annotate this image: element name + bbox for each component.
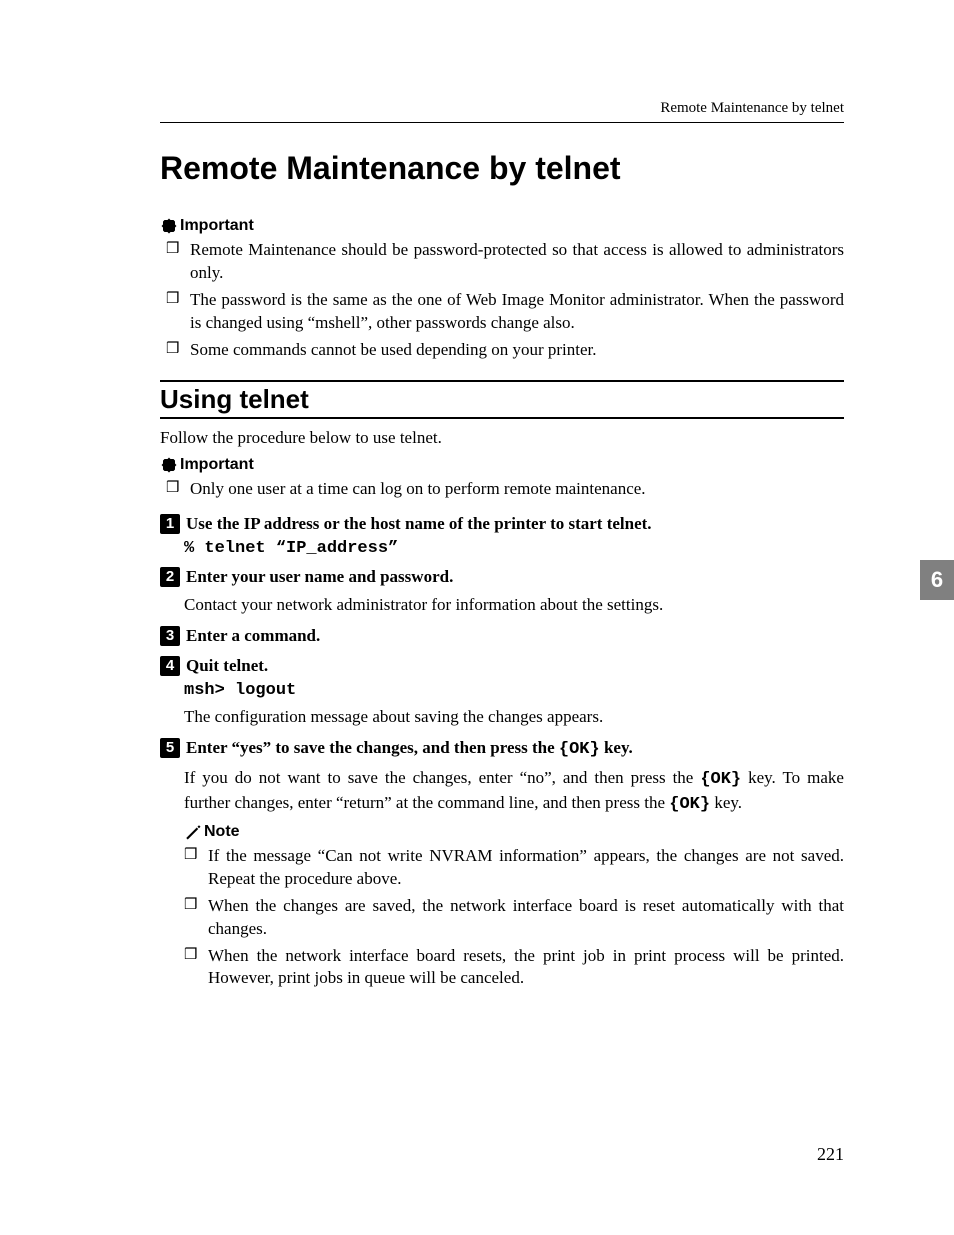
step-5: 5 Enter “yes” to save the changes, and t… <box>160 737 844 761</box>
step-2-text: Enter your user name and password. <box>186 566 453 588</box>
important-icon <box>160 456 178 474</box>
step-1-text: Use the IP address or the host name of t… <box>186 513 652 535</box>
section-rule-top <box>160 380 844 382</box>
list-item: When the changes are saved, the network … <box>160 895 844 941</box>
note-label: Note <box>204 823 240 841</box>
command-telnet: % telnet “IP_address” <box>160 539 844 558</box>
step-number-icon: 5 <box>160 738 180 758</box>
list-item: The password is the same as the one of W… <box>160 289 844 335</box>
command-logout: msh> logout <box>160 681 844 700</box>
step-number-icon: 3 <box>160 626 180 646</box>
section-rule-bottom <box>160 417 844 419</box>
note-icon <box>184 823 202 841</box>
list-item: Only one user at a time can log on to pe… <box>160 478 844 501</box>
list-item: If the message “Can not write NVRAM info… <box>160 845 844 891</box>
page-number: 221 <box>817 1144 844 1165</box>
step-4: 4 Quit telnet. <box>160 655 844 677</box>
chapter-tab: 6 <box>920 560 954 600</box>
header-rule <box>160 122 844 123</box>
step-number-icon: 2 <box>160 567 180 587</box>
running-head: Remote Maintenance by telnet <box>660 100 844 117</box>
important-heading-2: Important <box>160 456 844 474</box>
step-5-body: If you do not want to save the changes, … <box>160 767 844 817</box>
step-2-body: Contact your network administrator for i… <box>160 594 844 617</box>
section-heading-using-telnet: Using telnet <box>160 384 844 415</box>
ok-key: {OK} <box>669 795 710 814</box>
section1-important-list: Only one user at a time can log on to pe… <box>160 478 844 501</box>
step-number-icon: 4 <box>160 656 180 676</box>
step-3-text: Enter a command. <box>186 625 320 647</box>
step-5-text: Enter “yes” to save the changes, and the… <box>186 737 633 761</box>
step-1: 1 Use the IP address or the host name of… <box>160 513 844 535</box>
ok-key: {OK} <box>559 740 600 759</box>
page-title: Remote Maintenance by telnet <box>160 150 844 187</box>
step-4-body: The configuration message about saving t… <box>160 706 844 729</box>
intro-important-list: Remote Maintenance should be password-pr… <box>160 239 844 362</box>
step-4-text: Quit telnet. <box>186 655 268 677</box>
list-item: When the network interface board resets,… <box>160 945 844 991</box>
ok-key: {OK} <box>700 770 741 789</box>
step-number-icon: 1 <box>160 514 180 534</box>
list-item: Some commands cannot be used depending o… <box>160 339 844 362</box>
important-heading: Important <box>160 217 844 235</box>
important-label: Important <box>180 217 254 235</box>
step-3: 3 Enter a command. <box>160 625 844 647</box>
step-2: 2 Enter your user name and password. <box>160 566 844 588</box>
important-icon <box>160 217 178 235</box>
note-heading: Note <box>160 823 844 841</box>
section-intro: Follow the procedure below to use telnet… <box>160 427 844 450</box>
list-item: Remote Maintenance should be password-pr… <box>160 239 844 285</box>
note-list: If the message “Can not write NVRAM info… <box>160 845 844 991</box>
important-label: Important <box>180 456 254 474</box>
